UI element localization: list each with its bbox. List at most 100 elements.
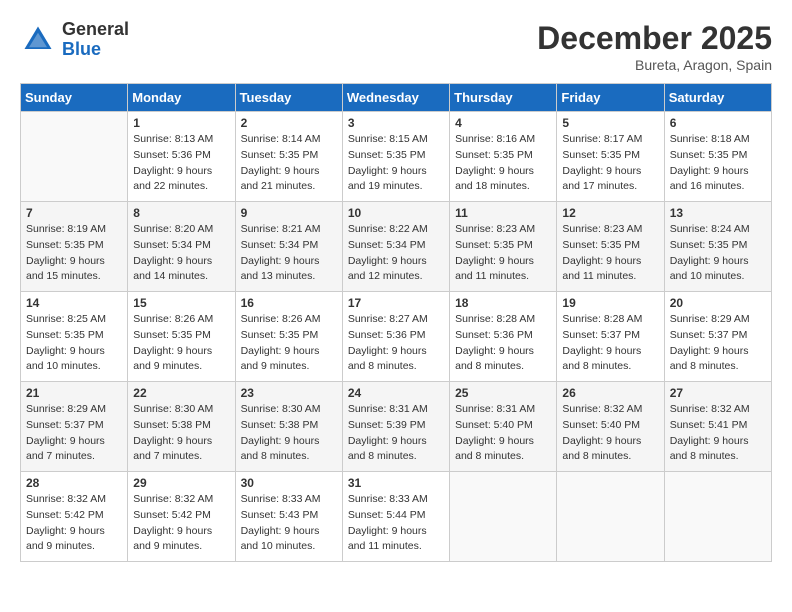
header-row: SundayMondayTuesdayWednesdayThursdayFrid… [21, 84, 772, 112]
cell-info: Sunrise: 8:22 AMSunset: 5:34 PMDaylight:… [348, 222, 444, 285]
cell-info: Sunrise: 8:26 AMSunset: 5:35 PMDaylight:… [133, 312, 229, 375]
sunrise: Sunrise: 8:31 AM [455, 403, 535, 415]
daylight: Daylight: 9 hours and 8 minutes. [348, 345, 427, 373]
daylight: Daylight: 9 hours and 8 minutes. [455, 435, 534, 463]
calendar-cell [557, 472, 664, 562]
daylight: Daylight: 9 hours and 10 minutes. [241, 525, 320, 553]
sunset: Sunset: 5:35 PM [562, 149, 640, 161]
sunset: Sunset: 5:35 PM [670, 149, 748, 161]
day-number: 20 [670, 296, 766, 310]
day-number: 7 [26, 206, 122, 220]
calendar-cell: 31Sunrise: 8:33 AMSunset: 5:44 PMDayligh… [342, 472, 449, 562]
daylight: Daylight: 9 hours and 15 minutes. [26, 255, 105, 283]
cell-info: Sunrise: 8:21 AMSunset: 5:34 PMDaylight:… [241, 222, 337, 285]
sunrise: Sunrise: 8:29 AM [670, 313, 750, 325]
cell-info: Sunrise: 8:31 AMSunset: 5:40 PMDaylight:… [455, 402, 551, 465]
cell-info: Sunrise: 8:16 AMSunset: 5:35 PMDaylight:… [455, 132, 551, 195]
week-row: 1Sunrise: 8:13 AMSunset: 5:36 PMDaylight… [21, 112, 772, 202]
day-number: 27 [670, 386, 766, 400]
day-number: 30 [241, 476, 337, 490]
calendar-cell: 2 Sunrise: 8:14 AMSunset: 5:35 PMDaylight… [235, 112, 342, 202]
day-number: 23 [241, 386, 337, 400]
cell-info: Sunrise: 8:29 AMSunset: 5:37 PMDaylight:… [670, 312, 766, 375]
calendar-cell: 29Sunrise: 8:32 AMSunset: 5:42 PMDayligh… [128, 472, 235, 562]
calendar-header: SundayMondayTuesdayWednesdayThursdayFrid… [21, 84, 772, 112]
sunrise: Sunrise: 8:27 AM [348, 313, 428, 325]
sunrise: Sunrise: 8:30 AM [241, 403, 321, 415]
cell-info: Sunrise: 8:18 AMSunset: 5:35 PMDaylight:… [670, 132, 766, 195]
week-row: 7Sunrise: 8:19 AMSunset: 5:35 PMDaylight… [21, 202, 772, 292]
daylight: Daylight: 9 hours and 8 minutes. [455, 345, 534, 373]
calendar-cell: 16Sunrise: 8:26 AMSunset: 5:35 PMDayligh… [235, 292, 342, 382]
cell-info: Sunrise: 8:24 AMSunset: 5:35 PMDaylight:… [670, 222, 766, 285]
calendar-cell: 30 Sunrise: 8:33 AMSunset: 5:43 PMDayligh… [235, 472, 342, 562]
sunrise: Sunrise: 8:32 AM [562, 403, 642, 415]
sunset: Sunset: 5:42 PM [26, 509, 104, 521]
calendar-cell [664, 472, 771, 562]
sunrise: Sunrise: 8:20 AM [133, 223, 213, 235]
calendar-cell: 23 Sunrise: 8:30 AMSunset: 5:38 PMDayligh… [235, 382, 342, 472]
sunset: Sunset: 5:37 PM [670, 329, 748, 341]
cell-info: Sunrise: 8:15 AMSunset: 5:35 PMDaylight:… [348, 132, 444, 195]
sunrise: Sunrise: 8:26 AM [133, 313, 213, 325]
sunset: Sunset: 5:43 PM [241, 509, 319, 521]
cell-info: Sunrise: 8:30 AMSunset: 5:38 PMDaylight:… [241, 402, 337, 465]
day-number: 2 [241, 116, 337, 130]
day-number: 11 [455, 206, 551, 220]
sunrise: Sunrise: 8:25 AM [26, 313, 106, 325]
sunrise: Sunrise: 8:24 AM [670, 223, 750, 235]
calendar-cell: 5Sunrise: 8:17 AMSunset: 5:35 PMDaylight… [557, 112, 664, 202]
cell-info: Sunrise: 8:23 AMSunset: 5:35 PMDaylight:… [562, 222, 658, 285]
calendar-cell: 15Sunrise: 8:26 AMSunset: 5:35 PMDayligh… [128, 292, 235, 382]
cell-info: Sunrise: 8:31 AMSunset: 5:39 PMDaylight:… [348, 402, 444, 465]
location: Bureta, Aragon, Spain [537, 57, 772, 73]
daylight: Daylight: 9 hours and 22 minutes. [133, 165, 212, 193]
day-number: 21 [26, 386, 122, 400]
cell-info: Sunrise: 8:26 AMSunset: 5:35 PMDaylight:… [241, 312, 337, 375]
day-number: 26 [562, 386, 658, 400]
calendar-cell: 18Sunrise: 8:28 AMSunset: 5:36 PMDayligh… [450, 292, 557, 382]
week-row: 21Sunrise: 8:29 AMSunset: 5:37 PMDayligh… [21, 382, 772, 472]
day-number: 24 [348, 386, 444, 400]
sunset: Sunset: 5:34 PM [241, 239, 319, 251]
cell-info: Sunrise: 8:33 AMSunset: 5:43 PMDaylight:… [241, 492, 337, 555]
daylight: Daylight: 9 hours and 11 minutes. [455, 255, 534, 283]
day-number: 9 [241, 206, 337, 220]
sunrise: Sunrise: 8:16 AM [455, 133, 535, 145]
calendar-cell: 3Sunrise: 8:15 AMSunset: 5:35 PMDaylight… [342, 112, 449, 202]
cell-info: Sunrise: 8:28 AMSunset: 5:36 PMDaylight:… [455, 312, 551, 375]
daylight: Daylight: 9 hours and 8 minutes. [562, 435, 641, 463]
title-block: December 2025 Bureta, Aragon, Spain [537, 20, 772, 73]
sunrise: Sunrise: 8:30 AM [133, 403, 213, 415]
day-number: 6 [670, 116, 766, 130]
calendar-cell: 17Sunrise: 8:27 AMSunset: 5:36 PMDayligh… [342, 292, 449, 382]
day-number: 31 [348, 476, 444, 490]
calendar-cell: 26Sunrise: 8:32 AMSunset: 5:40 PMDayligh… [557, 382, 664, 472]
header-cell-friday: Friday [557, 84, 664, 112]
calendar-cell: 13 Sunrise: 8:24 AMSunset: 5:35 PMDayligh… [664, 202, 771, 292]
cell-info: Sunrise: 8:28 AMSunset: 5:37 PMDaylight:… [562, 312, 658, 375]
day-number: 10 [348, 206, 444, 220]
daylight: Daylight: 9 hours and 9 minutes. [133, 345, 212, 373]
cell-info: Sunrise: 8:14 AMSunset: 5:35 PMDaylight:… [241, 132, 337, 195]
calendar-cell: 19Sunrise: 8:28 AMSunset: 5:37 PMDayligh… [557, 292, 664, 382]
cell-info: Sunrise: 8:23 AMSunset: 5:35 PMDaylight:… [455, 222, 551, 285]
sunset: Sunset: 5:36 PM [455, 329, 533, 341]
calendar-cell: 24 Sunrise: 8:31 AMSunset: 5:39 PMDayligh… [342, 382, 449, 472]
month-title: December 2025 [537, 20, 772, 57]
cell-info: Sunrise: 8:25 AMSunset: 5:35 PMDaylight:… [26, 312, 122, 375]
day-number: 13 [670, 206, 766, 220]
sunset: Sunset: 5:44 PM [348, 509, 426, 521]
logo-text: General Blue [62, 20, 129, 60]
header-cell-monday: Monday [128, 84, 235, 112]
daylight: Daylight: 9 hours and 21 minutes. [241, 165, 320, 193]
sunset: Sunset: 5:35 PM [241, 329, 319, 341]
sunset: Sunset: 5:35 PM [455, 239, 533, 251]
cell-info: Sunrise: 8:32 AMSunset: 5:42 PMDaylight:… [26, 492, 122, 555]
sunrise: Sunrise: 8:26 AM [241, 313, 321, 325]
calendar-cell [450, 472, 557, 562]
sunset: Sunset: 5:35 PM [26, 239, 104, 251]
calendar-cell: 4Sunrise: 8:16 AMSunset: 5:35 PMDaylight… [450, 112, 557, 202]
cell-info: Sunrise: 8:30 AMSunset: 5:38 PMDaylight:… [133, 402, 229, 465]
day-number: 25 [455, 386, 551, 400]
